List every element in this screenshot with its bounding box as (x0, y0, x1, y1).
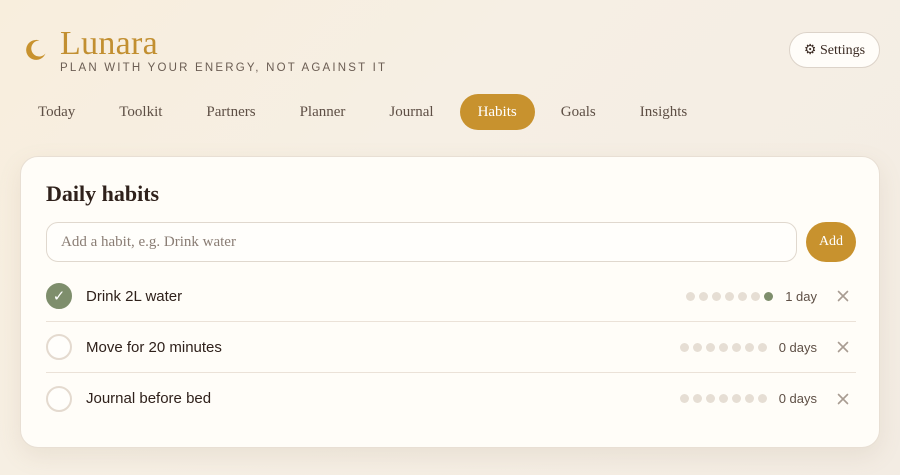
habit-name: Journal before bed (86, 390, 212, 407)
settings-button[interactable]: ⚙ Settings (789, 32, 880, 68)
streak-count: 0 days (778, 339, 817, 355)
tab-insights[interactable]: Insights (622, 94, 706, 130)
add-habit-button[interactable]: Add (806, 222, 856, 262)
habits-card: Daily habits Add ✓ Drink 2L water 1 day … (20, 156, 880, 448)
habit-row: ✓ Drink 2L water 1 day (46, 271, 856, 322)
day-dot (712, 291, 721, 301)
habit-name: Move for 20 minutes (86, 338, 222, 356)
day-dot (758, 394, 767, 403)
tab-planner[interactable]: Planner (282, 94, 364, 130)
main-nav: Today Toolkit Partners Planner Journal H… (20, 94, 713, 130)
habit-row: Move for 20 minutes 0 days (46, 322, 856, 373)
tab-goals[interactable]: Goals (543, 94, 614, 130)
week-dots (686, 291, 773, 301)
tab-habits[interactable]: Habits (459, 94, 535, 130)
day-dot (732, 394, 741, 403)
habit-name: Drink 2L water (86, 287, 183, 305)
day-dot (758, 342, 767, 352)
tab-today[interactable]: Today (20, 94, 93, 130)
close-icon[interactable] (836, 289, 850, 303)
close-icon[interactable] (836, 392, 850, 406)
day-dot (680, 342, 689, 352)
day-dot (745, 394, 754, 403)
habit-checkbox[interactable] (46, 334, 72, 360)
day-dot (745, 342, 754, 352)
habit-list: ✓ Drink 2L water 1 day Move for 20 minut… (46, 271, 856, 424)
habit-checkbox[interactable] (46, 385, 72, 412)
day-dot (699, 291, 708, 301)
card-title: Daily habits (46, 181, 160, 206)
day-dot (725, 291, 734, 301)
brand: Lunara PLAN WITH YOUR ENERGY, NOT AGAINS… (24, 26, 387, 74)
week-dots (680, 394, 767, 403)
day-dot (693, 394, 702, 403)
add-habit-input[interactable] (46, 222, 797, 262)
day-dot (706, 394, 715, 403)
day-dot (738, 291, 747, 301)
streak-count: 0 days (778, 391, 817, 406)
day-dot (693, 342, 702, 352)
checkmark-icon: ✓ (52, 286, 66, 305)
day-dot (686, 291, 695, 301)
habit-row: Journal before bed 0 days (46, 373, 856, 424)
day-dot (719, 342, 728, 352)
close-icon[interactable] (836, 340, 850, 354)
app-tagline: PLAN WITH YOUR ENERGY, NOT AGAINST IT (60, 62, 388, 74)
day-dot (680, 394, 689, 403)
day-dot (706, 342, 715, 352)
day-dot (719, 394, 728, 403)
week-dots (680, 342, 767, 352)
tab-toolkit[interactable]: Toolkit (101, 94, 180, 130)
day-dot (764, 291, 773, 301)
app-name: Lunara (60, 25, 159, 62)
day-dot (751, 291, 760, 301)
streak-count: 1 day (785, 288, 817, 304)
tab-partners[interactable]: Partners (188, 94, 273, 130)
habit-checkbox[interactable]: ✓ (46, 283, 72, 309)
day-dot (732, 342, 741, 352)
crescent-moon-icon (26, 39, 46, 60)
app-header: Lunara PLAN WITH YOUR ENERGY, NOT AGAINS… (24, 26, 880, 76)
tab-journal[interactable]: Journal (371, 94, 451, 130)
